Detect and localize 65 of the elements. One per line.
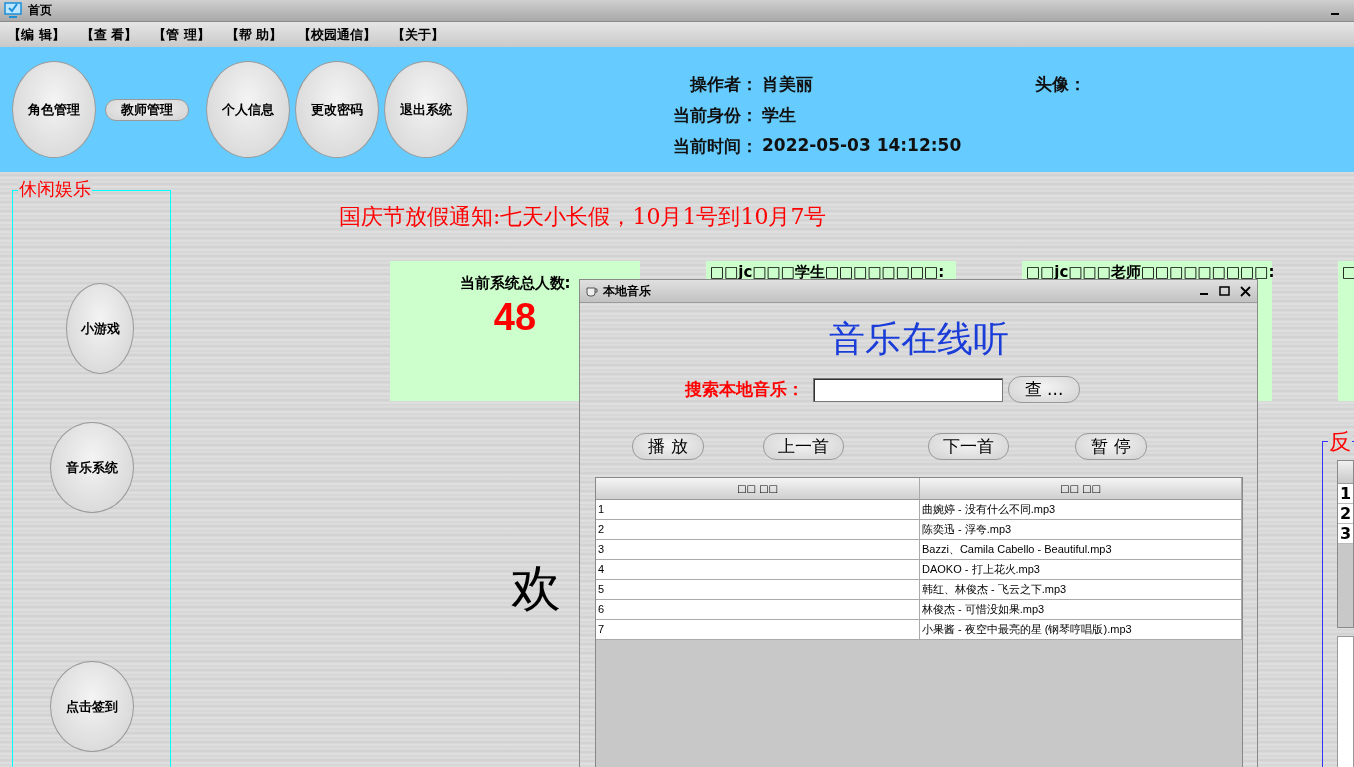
table-cell: DAOKO - 打上花火.mp3 <box>920 560 1242 580</box>
table-cell: 林俊杰 - 可惜没如果.mp3 <box>920 600 1242 620</box>
table-cell: 1 <box>1338 484 1353 504</box>
toolbar-button[interactable]: 教师管理 <box>105 98 189 121</box>
info-value: 学生 <box>762 104 797 127</box>
card-label: □□jc□□□老师□□□□□□□□□: <box>1026 264 1275 281</box>
sidebar-button[interactable]: 小游戏 <box>66 283 134 374</box>
playback-button[interactable]: 上一首 <box>763 433 844 460</box>
info-label: 操作者： <box>688 73 758 96</box>
panel-title: 反 <box>1328 431 1352 453</box>
sidebar-button[interactable]: 音乐系统 <box>50 422 134 513</box>
search-field[interactable] <box>813 377 1003 402</box>
info-label: 当前身份： <box>673 104 758 127</box>
toolbar-button[interactable]: 角色管理 <box>12 61 96 158</box>
card-label: □ <box>1342 264 1354 281</box>
playback-button[interactable]: 暂 停 <box>1075 433 1147 460</box>
monitor-icon <box>4 2 22 19</box>
info-value: 2022-05-03 14:12:50 <box>762 135 962 157</box>
playback-button[interactable]: 播 放 <box>632 433 704 460</box>
menu-item[interactable]: 【编 辑】 <box>8 25 65 44</box>
info-value: 肖美丽 <box>762 73 814 96</box>
text-area[interactable] <box>1337 636 1354 767</box>
card-label: □□jc□□□学生□□□□□□□□: <box>710 264 945 281</box>
toolbar-button[interactable]: 个人信息 <box>206 61 290 158</box>
table-cell: 3 <box>596 540 920 560</box>
card-value: 48 <box>493 296 537 339</box>
notice-text: 国庆节放假通知:七天小长假，10月1号到10月7号 <box>339 203 828 231</box>
table-header <box>1338 461 1353 484</box>
menu-item[interactable]: 【校园通信】 <box>298 25 377 44</box>
info-label: 当前时间： <box>673 135 758 158</box>
window-title: 本地音乐 <box>603 282 652 300</box>
panel-title: 休闲娱乐 <box>18 180 92 198</box>
menu-item[interactable]: 【帮 助】 <box>225 25 283 44</box>
card-label: 当前系统总人数: <box>459 275 571 292</box>
table-cell: 小果酱 - 夜空中最亮的星 (钢琴哼唱版).mp3 <box>920 620 1242 640</box>
cup-icon <box>585 285 599 297</box>
table-cell: 1 <box>596 500 920 520</box>
toolbar-button[interactable]: 退出系统 <box>384 61 468 158</box>
table-cell: 3 <box>1338 524 1353 544</box>
table-cell: 5 <box>596 580 920 600</box>
table-cell: 陈奕迅 - 浮夸.mp3 <box>920 520 1242 540</box>
playback-button[interactable]: 下一首 <box>928 433 1009 460</box>
search-label: 搜索本地音乐： <box>685 378 804 401</box>
table-cell: 6 <box>596 600 920 620</box>
toolbar-button[interactable]: 更改密码 <box>295 61 379 158</box>
table-cell: 4 <box>596 560 920 580</box>
table-cell: 7 <box>596 620 920 640</box>
column-header[interactable]: □□ □□ <box>920 478 1242 500</box>
window-title: 首页 <box>28 2 53 19</box>
sidebar-button[interactable]: 点击签到 <box>50 661 134 752</box>
avatar-label: 头像： <box>1035 73 1087 96</box>
music-heading: 音乐在线听 <box>828 317 1009 361</box>
table-cell: 2 <box>596 520 920 540</box>
menu-item[interactable]: 【查 看】 <box>80 25 138 44</box>
maximize-icon[interactable] <box>1219 286 1230 296</box>
table-cell: 曲婉婷 - 没有什么不同.mp3 <box>920 500 1242 520</box>
menu-item[interactable]: 【管 理】 <box>153 25 210 44</box>
close-icon[interactable] <box>1240 285 1251 297</box>
menu-item[interactable]: 【关于】 <box>392 25 445 44</box>
welcome-text: 欢 <box>511 563 561 613</box>
search-button[interactable]: 查 ... <box>1008 376 1080 403</box>
table-cell: 2 <box>1338 504 1353 524</box>
table-cell: 韩红、林俊杰 - 飞云之下.mp3 <box>920 580 1242 600</box>
table-cell: Bazzi、Camila Cabello - Beautiful.mp3 <box>920 540 1242 560</box>
column-header[interactable]: □□ □□ <box>596 478 920 500</box>
